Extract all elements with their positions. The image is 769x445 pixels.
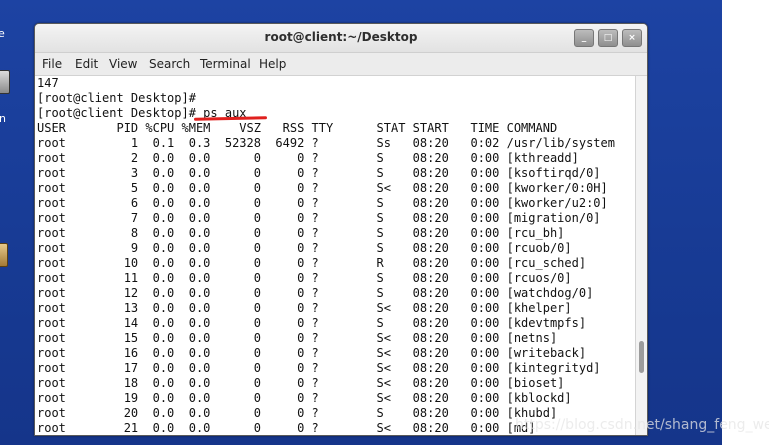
table-row: root 1 0.1 0.3 52328 6492 ? Ss 08:20 0:0… (37, 136, 615, 150)
table-row: root 13 0.0 0.0 0 0 ? S< 08:20 0:00 [khe… (37, 301, 572, 315)
table-row: root 19 0.0 0.0 0 0 ? S< 08:20 0:00 [kbl… (37, 391, 572, 405)
trash-icon[interactable] (0, 70, 10, 94)
menu-edit[interactable]: Edit (75, 57, 98, 71)
table-row: root 18 0.0 0.0 0 0 ? S< 08:20 0:00 [bio… (37, 376, 565, 390)
window-titlebar[interactable]: root@client:~/Desktop _ □ × (35, 24, 647, 53)
menu-terminal[interactable]: Terminal (200, 57, 251, 71)
menu-file[interactable]: File (42, 57, 62, 71)
maximize-button[interactable]: □ (598, 29, 618, 47)
close-button[interactable]: × (622, 29, 642, 47)
table-row: root 10 0.0 0.0 0 0 ? R 08:20 0:00 [rcu_… (37, 256, 587, 270)
table-row: root 12 0.0 0.0 0 0 ? S 08:20 0:00 [watc… (37, 286, 594, 300)
terminal-line: 147 (37, 76, 59, 90)
table-row: root 17 0.0 0.0 0 0 ? S< 08:20 0:00 [kin… (37, 361, 601, 375)
minimize-button[interactable]: _ (574, 29, 594, 47)
table-row: root 15 0.0 0.0 0 0 ? S< 08:20 0:00 [net… (37, 331, 558, 345)
scrollbar[interactable] (635, 76, 647, 435)
table-row: root 11 0.0 0.0 0 0 ? S 08:20 0:00 [rcuo… (37, 271, 572, 285)
desktop-icon-label: e (0, 27, 5, 40)
table-row: root 7 0.0 0.0 0 0 ? S 08:20 0:00 [migra… (37, 211, 601, 225)
terminal-output[interactable]: 147 [root@client Desktop]# [root@client … (35, 76, 635, 435)
scrollbar-thumb[interactable] (639, 341, 644, 373)
menu-search[interactable]: Search (149, 57, 190, 71)
terminal-line: [root@client Desktop]# (37, 91, 196, 105)
table-row: root 14 0.0 0.0 0 0 ? S 08:20 0:00 [kdev… (37, 316, 587, 330)
terminal-window: root@client:~/Desktop _ □ × File Edit Vi… (34, 23, 648, 436)
table-header: USER PID %CPU %MEM VSZ RSS TTY STAT STAR… (37, 121, 558, 135)
table-row: root 16 0.0 0.0 0 0 ? S< 08:20 0:00 [wri… (37, 346, 587, 360)
table-row: root 21 0.0 0.0 0 0 ? S< 08:20 0:00 [md] (37, 421, 536, 435)
table-row: root 3 0.0 0.0 0 0 ? S 08:20 0:00 [ksoft… (37, 166, 601, 180)
folder-icon[interactable] (0, 243, 8, 267)
menu-bar: File Edit View Search Terminal Help (35, 53, 647, 76)
table-row: root 20 0.0 0.0 0 0 ? S 08:20 0:00 [khub… (37, 406, 558, 420)
table-row: root 6 0.0 0.0 0 0 ? S 08:20 0:00 [kwork… (37, 196, 608, 210)
table-row: root 2 0.0 0.0 0 0 ? S 08:20 0:00 [kthre… (37, 151, 579, 165)
watermark: https://blog.csdn.net/shang_feng_wei (515, 417, 769, 433)
desktop-icon-label: n (0, 112, 6, 125)
table-row: root 8 0.0 0.0 0 0 ? S 08:20 0:00 [rcu_b… (37, 226, 565, 240)
table-row: root 5 0.0 0.0 0 0 ? S< 08:20 0:00 [kwor… (37, 181, 608, 195)
table-row: root 9 0.0 0.0 0 0 ? S 08:20 0:00 [rcuob… (37, 241, 572, 255)
window-title: root@client:~/Desktop (264, 30, 418, 44)
menu-view[interactable]: View (109, 57, 137, 71)
menu-help[interactable]: Help (259, 57, 286, 71)
